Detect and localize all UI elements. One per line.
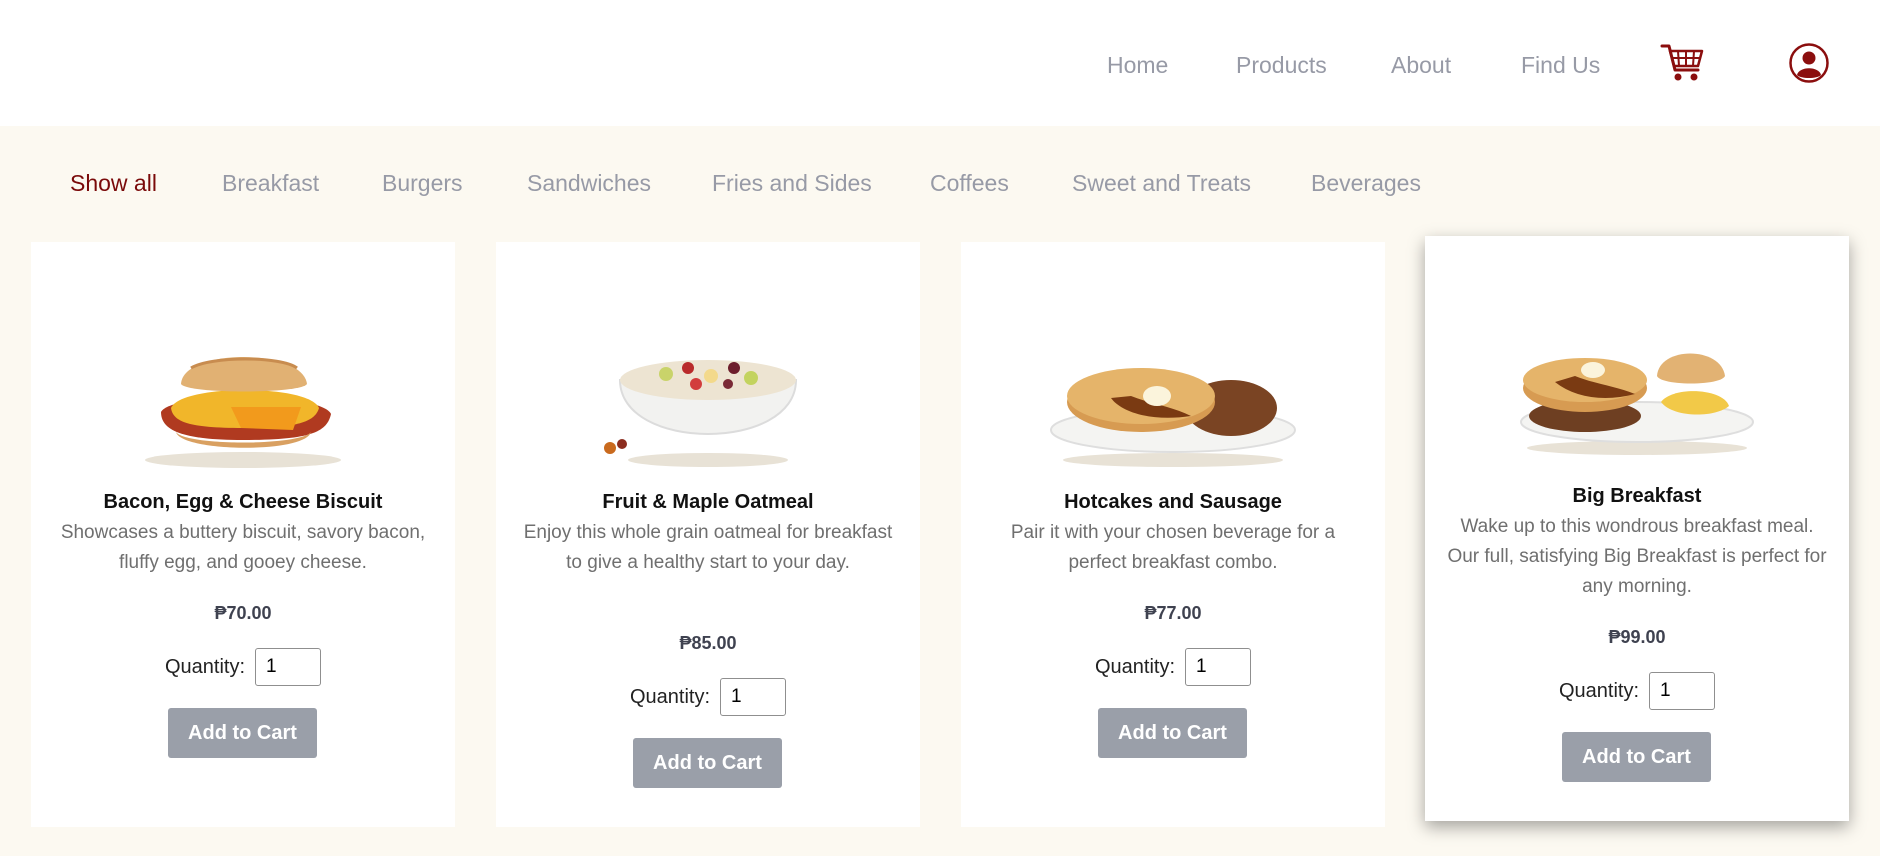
cart-icon[interactable] — [1660, 42, 1706, 84]
quantity-row: Quantity: — [31, 646, 455, 688]
product-name: Fruit & Maple Oatmeal — [602, 491, 814, 513]
nav-home[interactable]: Home — [1107, 52, 1168, 79]
product-description: Enjoy this whole grain oatmeal for break… — [523, 522, 893, 573]
filter-show-all[interactable]: Show all — [70, 170, 157, 197]
nav-find-us[interactable]: Find Us — [1521, 52, 1600, 79]
product-price: ₱85.00 — [679, 633, 737, 653]
quantity-label: Quantity: — [164, 655, 246, 678]
user-profile-icon[interactable] — [1788, 42, 1830, 84]
product-card: Bacon, Egg & Cheese Biscuit Showcases a … — [31, 242, 455, 827]
product-image — [496, 312, 920, 472]
quantity-row: Quantity: — [496, 676, 920, 718]
product-card: Big Breakfast Wake up to this wondrous b… — [1425, 236, 1849, 821]
quantity-label: Quantity: — [1558, 679, 1640, 702]
quantity-input[interactable] — [1185, 648, 1252, 686]
quantity-input[interactable] — [720, 678, 787, 716]
filter-beverages[interactable]: Beverages — [1311, 170, 1421, 197]
product-card: Hotcakes and Sausage Pair it with your c… — [961, 242, 1385, 827]
top-navbar: Home Products About Find Us — [0, 0, 1880, 126]
product-price: ₱99.00 — [1608, 627, 1666, 647]
filter-sweet-and-treats[interactable]: Sweet and Treats — [1072, 170, 1251, 197]
add-to-cart-button[interactable]: Add to Cart — [633, 738, 782, 788]
product-description: Showcases a buttery biscuit, savory baco… — [60, 522, 426, 573]
quantity-input[interactable] — [255, 648, 322, 686]
add-to-cart-button[interactable]: Add to Cart — [1098, 708, 1247, 758]
product-description: Wake up to this wondrous breakfast meal.… — [1447, 516, 1827, 597]
nav-about[interactable]: About — [1391, 52, 1451, 79]
product-description: Pair it with your chosen beverage for a … — [1010, 522, 1336, 573]
product-price: ₱70.00 — [214, 603, 272, 623]
quantity-label: Quantity: — [1094, 655, 1176, 678]
product-image — [1425, 306, 1849, 466]
add-to-cart-button[interactable]: Add to Cart — [168, 708, 317, 758]
product-name: Bacon, Egg & Cheese Biscuit — [103, 491, 383, 513]
filter-sandwiches[interactable]: Sandwiches — [527, 170, 651, 197]
filter-coffees[interactable]: Coffees — [930, 170, 1009, 197]
product-price: ₱77.00 — [1144, 603, 1202, 623]
filter-breakfast[interactable]: Breakfast — [222, 170, 319, 197]
product-image — [961, 312, 1385, 472]
filter-burgers[interactable]: Burgers — [382, 170, 463, 197]
quantity-input[interactable] — [1649, 672, 1716, 710]
category-filters: Show all Breakfast Burgers Sandwiches Fr… — [0, 170, 1880, 210]
filter-fries-and-sides[interactable]: Fries and Sides — [712, 170, 872, 197]
product-card: Fruit & Maple Oatmeal Enjoy this whole g… — [496, 242, 920, 827]
quantity-label: Quantity: — [629, 685, 711, 708]
quantity-row: Quantity: — [961, 646, 1385, 688]
product-image — [31, 312, 455, 472]
product-name: Big Breakfast — [1572, 485, 1702, 507]
nav-products[interactable]: Products — [1236, 52, 1327, 79]
add-to-cart-button[interactable]: Add to Cart — [1562, 732, 1711, 782]
quantity-row: Quantity: — [1425, 670, 1849, 712]
product-name: Hotcakes and Sausage — [1064, 491, 1282, 513]
